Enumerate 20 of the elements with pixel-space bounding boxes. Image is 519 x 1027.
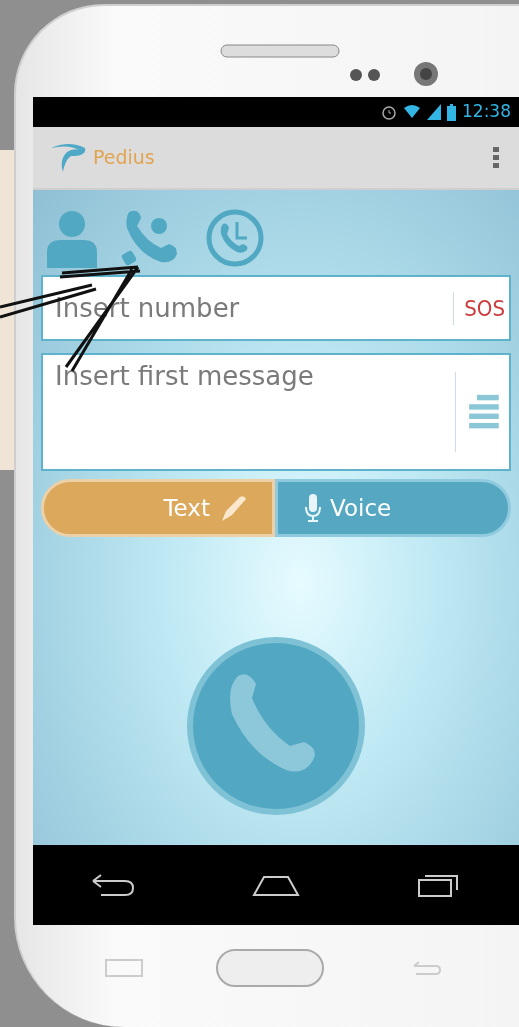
app-title: Pedius — [93, 145, 155, 171]
back-icon[interactable] — [91, 873, 136, 897]
message-field[interactable]: Insert first message — [41, 353, 511, 471]
home-key-icon[interactable] — [215, 948, 325, 988]
speaker-grille-icon — [220, 44, 340, 58]
home-icon[interactable] — [252, 873, 300, 897]
voice-mode-button[interactable]: Voice — [275, 479, 511, 537]
alarm-clock-icon — [381, 104, 397, 120]
recent-apps-icon[interactable] — [416, 872, 461, 898]
message-input[interactable]: Insert first message — [43, 355, 455, 469]
battery-icon — [447, 103, 456, 121]
wifi-icon — [403, 105, 421, 119]
overflow-menu-icon[interactable] — [493, 146, 499, 169]
signal-icon — [427, 104, 441, 120]
clock-time: 12:38 — [462, 100, 511, 124]
menu-key-icon[interactable] — [104, 958, 144, 978]
sos-button[interactable]: SOS — [453, 291, 509, 325]
clock-phone-icon[interactable] — [205, 207, 265, 268]
microphone-icon — [304, 493, 322, 523]
call-button[interactable] — [186, 636, 366, 816]
